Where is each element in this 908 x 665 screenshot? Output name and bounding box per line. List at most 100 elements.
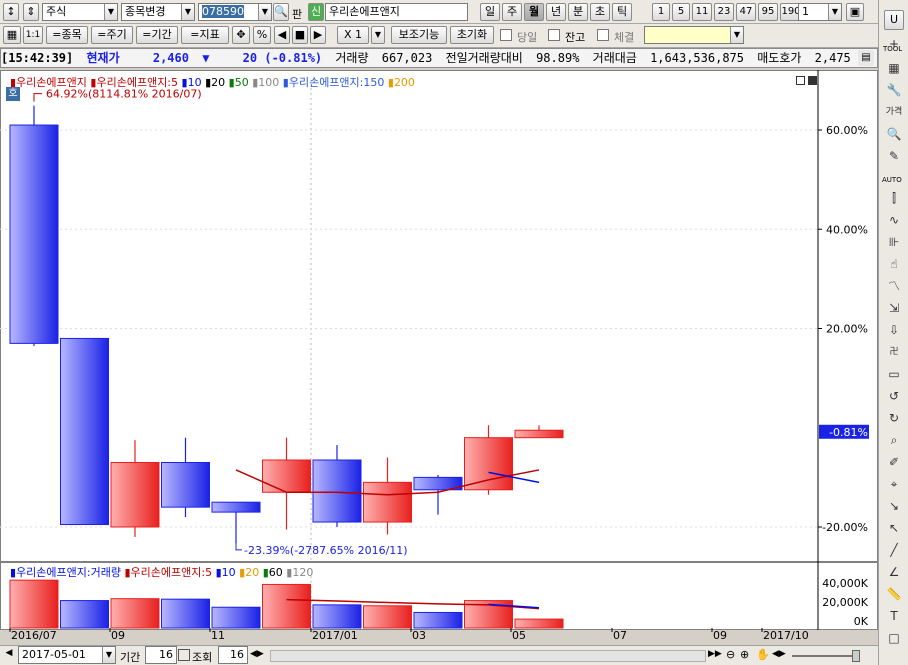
high-annotation: 64.92%(8114.81% 2016/07)	[46, 88, 202, 101]
zoom-slider[interactable]	[792, 655, 852, 657]
undo-icon[interactable]: ↺	[884, 386, 904, 406]
chevron-down-icon[interactable]: ▼	[258, 4, 271, 20]
view-stepper-icon[interactable]: ◀▶	[250, 649, 264, 659]
interval-button-1[interactable]: 5	[672, 3, 690, 21]
ruler-icon[interactable]: 📏	[884, 584, 904, 604]
period-button-0[interactable]: 일	[480, 3, 500, 21]
aux-function-button[interactable]: 보조기능	[391, 26, 447, 44]
grid-icon[interactable]: ▦	[3, 26, 21, 44]
stop-icon[interactable]: ■	[292, 26, 308, 44]
zoom-in-icon[interactable]: ⊕	[740, 648, 749, 661]
arrow-down-right-icon[interactable]: ↘	[884, 496, 904, 516]
angle-icon[interactable]: ∠	[884, 562, 904, 582]
period-button-3[interactable]: 년	[546, 3, 566, 21]
arrow-up-left-icon[interactable]: ↖	[884, 518, 904, 538]
zoom-chevron-down-icon[interactable]: ▼	[371, 26, 385, 44]
view-icon[interactable]	[178, 649, 190, 661]
chevron-down-icon[interactable]: ▼	[730, 27, 743, 43]
zoom-button[interactable]: X 1	[337, 26, 369, 44]
cycle-button[interactable]: =주기	[91, 26, 133, 44]
horizontal-scrollbar[interactable]	[270, 650, 706, 662]
period-button-1[interactable]: 주	[502, 3, 522, 21]
chart-table-icon[interactable]: ▦	[884, 58, 904, 78]
move-icon[interactable]: ✥	[232, 26, 250, 44]
period-button-5[interactable]: 초	[590, 3, 610, 21]
export-icon[interactable]: ⇲	[884, 298, 904, 318]
wave-icon[interactable]: ∿	[884, 210, 904, 230]
exec-checkbox[interactable]	[597, 29, 609, 41]
period-button-2[interactable]: 월	[524, 3, 544, 21]
step-icon[interactable]: ◀▶	[772, 649, 786, 659]
text-icon[interactable]: T	[884, 606, 904, 626]
period-input[interactable]: 16	[145, 646, 177, 664]
save-icon[interactable]: ▣	[846, 3, 864, 21]
today-checkbox[interactable]	[500, 29, 512, 41]
date-field[interactable]: 2017-05-01 ▼	[18, 646, 116, 664]
amount-value: 1,643,536,875	[650, 51, 744, 65]
plus-icon[interactable]: +	[884, 34, 904, 54]
nav-arrows-button[interactable]: ↕	[3, 3, 19, 21]
scroll-left-icon[interactable]: ◀	[2, 648, 16, 662]
favorite-icon[interactable]: 신	[308, 3, 324, 21]
indicator-button[interactable]: =지표	[181, 26, 229, 44]
interval-button-4[interactable]: 47	[736, 3, 756, 21]
download-icon[interactable]: ⇩	[884, 320, 904, 340]
volume-chart[interactable]: 40,000K 20,000K 0K	[0, 562, 878, 630]
one-to-one-button[interactable]: 1:1	[23, 26, 43, 44]
interval-button-5[interactable]: 95	[758, 3, 778, 21]
market-select[interactable]: 주식 ▼	[42, 3, 118, 21]
play-back-icon[interactable]: ◀	[274, 26, 290, 44]
hand-chart-icon[interactable]: ☝	[884, 254, 904, 274]
interval-button-0[interactable]: 1	[652, 3, 670, 21]
period-button-4[interactable]: 분	[568, 3, 588, 21]
balance-label: 잔고	[565, 31, 586, 44]
auto-icon[interactable]: ✎	[884, 146, 904, 166]
cross-line-icon[interactable]: ⌖	[884, 474, 904, 494]
zoom-slider-handle[interactable]	[852, 650, 860, 662]
stock-button[interactable]: =종목	[46, 26, 88, 44]
price-chart[interactable]: 60.00% 40.00% 20.00% -20.00% 64.92%(8114.81%…	[0, 70, 878, 562]
period-button-6[interactable]: 틱	[612, 3, 632, 21]
view-input[interactable]: 16	[218, 646, 248, 664]
wrench-icon[interactable]: 🔧	[884, 80, 904, 100]
pen-icon[interactable]: ✐	[884, 452, 904, 472]
chevron-down-icon[interactable]: ▼	[104, 4, 117, 20]
diagonal-line-icon[interactable]: ╱	[884, 540, 904, 560]
hand-icon[interactable]: ✋	[756, 648, 770, 661]
ratio-icon[interactable]: 卍	[884, 342, 904, 362]
search-doc-icon[interactable]: 🔍	[884, 124, 904, 144]
change-stock-select[interactable]: 종목변경 ▼	[121, 3, 195, 21]
period-button[interactable]: =기간	[136, 26, 178, 44]
volume-bar	[211, 606, 261, 629]
reset-button[interactable]: 초기화	[450, 26, 494, 44]
market-select-value: 주식	[46, 5, 67, 18]
stock-code-input[interactable]: 078590 ▼	[198, 3, 272, 21]
rectangle-icon[interactable]: □	[884, 628, 904, 648]
x-axis: 2016/07 09 11 2017/01 03 05 07 09 2017/10	[9, 628, 809, 642]
price-icon[interactable]: 가격	[884, 102, 904, 122]
scroll-right-icon[interactable]: ▶▶	[708, 649, 722, 659]
zoom-out-icon[interactable]: ⊖	[726, 648, 735, 661]
search-icon[interactable]: 🔍	[273, 3, 289, 21]
redo-icon[interactable]: ↻	[884, 408, 904, 428]
interval-button-3[interactable]: 23	[714, 3, 734, 21]
chevron-down-icon[interactable]: ▼	[181, 4, 194, 20]
user-button[interactable]: U	[884, 10, 904, 30]
play-forward-icon[interactable]: ▶	[310, 26, 326, 44]
interval-button-2[interactable]: 11	[692, 3, 712, 21]
nav-updown-button[interactable]: ⇕	[23, 3, 39, 21]
chevron-down-icon[interactable]: ▼	[102, 647, 115, 663]
candle-icon[interactable]: ⫿	[884, 188, 904, 208]
count-input[interactable]: 1 ▼	[798, 3, 842, 21]
chevron-down-icon[interactable]: ▼	[828, 4, 841, 20]
line-chart-icon[interactable]: 〽	[884, 276, 904, 296]
magnifier-icon[interactable]: ⌕	[884, 430, 904, 450]
window-icon[interactable]: ▭	[884, 364, 904, 384]
balance-checkbox[interactable]	[548, 29, 560, 41]
percent-icon[interactable]: %	[253, 26, 271, 44]
stock-name-field[interactable]: 우리손에프앤지	[325, 3, 468, 21]
bars-icon[interactable]: ⊪	[884, 232, 904, 252]
exec-label: 체결	[614, 31, 635, 44]
infobar-toggle-icon[interactable]: ▤	[858, 50, 874, 66]
account-select[interactable]: ▼	[644, 26, 744, 44]
